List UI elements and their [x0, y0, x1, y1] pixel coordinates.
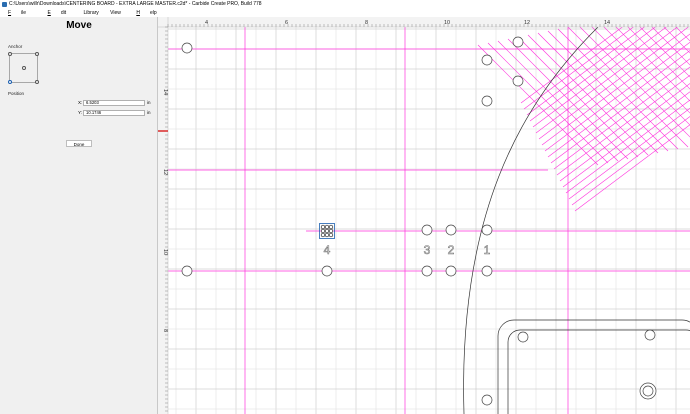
- hole[interactable]: [481, 394, 493, 406]
- hole[interactable]: [644, 329, 656, 341]
- top-ruler-label: 4: [205, 20, 208, 26]
- hole[interactable]: [481, 265, 493, 277]
- hole[interactable]: [445, 224, 457, 236]
- app-icon: [2, 2, 7, 7]
- hole[interactable]: [512, 36, 524, 48]
- hole[interactable]: [517, 331, 529, 343]
- left-ruler: [158, 17, 168, 414]
- position-label: Position: [8, 91, 25, 96]
- hole[interactable]: [421, 224, 433, 236]
- anchor-center[interactable]: [21, 66, 26, 70]
- hole[interactable]: [181, 265, 193, 277]
- anchor-bottom-right[interactable]: [35, 80, 39, 84]
- y-position-input[interactable]: [83, 110, 145, 116]
- hole[interactable]: [481, 95, 493, 107]
- hole[interactable]: [321, 265, 333, 277]
- done-button[interactable]: Done: [66, 140, 92, 147]
- top-ruler-label: 8: [365, 20, 368, 26]
- menu-edit[interactable]: Edit: [43, 9, 72, 17]
- hole-label-4[interactable]: 4: [323, 243, 331, 258]
- menu-help[interactable]: Help: [132, 9, 162, 17]
- menu-library[interactable]: Library: [83, 9, 98, 17]
- hole[interactable]: [481, 54, 493, 66]
- top-ruler-label: 6: [285, 20, 288, 26]
- hole-inner[interactable]: [642, 385, 654, 397]
- x-position-input[interactable]: [83, 100, 145, 106]
- left-ruler-label: 14: [162, 89, 168, 95]
- hole[interactable]: [512, 75, 524, 87]
- move-panel: Move Anchor Position X: in Y: in Done: [0, 17, 158, 414]
- x-label: X:: [78, 100, 83, 105]
- menu-bar: File Edit Library View Help: [0, 9, 690, 17]
- left-ruler-label: 12: [162, 169, 168, 175]
- hole[interactable]: [445, 265, 457, 277]
- hole[interactable]: [481, 224, 493, 236]
- y-unit: in: [147, 110, 151, 115]
- anchor-bottom-left[interactable]: [8, 80, 12, 84]
- anchor-top-right[interactable]: [35, 52, 39, 56]
- anchor-label: Anchor: [8, 44, 23, 49]
- left-ruler-label: 8: [162, 329, 168, 332]
- hole-label-2[interactable]: 2: [447, 243, 455, 258]
- menu-view[interactable]: View: [110, 9, 121, 17]
- selected-hole-group[interactable]: [319, 223, 335, 239]
- panel-title: Move: [66, 20, 92, 31]
- top-ruler-label: 12: [524, 20, 530, 26]
- anchor-selector: [8, 52, 39, 84]
- window-title: C:\Users\willr\Downloads\CENTERING BOARD…: [9, 1, 262, 7]
- anchor-top-left[interactable]: [8, 52, 12, 56]
- menu-file[interactable]: File: [4, 9, 32, 17]
- left-ruler-label: 10: [162, 249, 168, 255]
- hole[interactable]: [181, 42, 193, 54]
- y-label: Y:: [78, 110, 83, 115]
- window-title-bar: C:\Users\willr\Downloads\CENTERING BOARD…: [0, 0, 690, 9]
- top-ruler-label: 10: [444, 20, 450, 26]
- work-area[interactable]: [168, 27, 690, 414]
- top-ruler-label: 14: [604, 20, 610, 26]
- hole-label-3[interactable]: 3: [423, 243, 431, 258]
- hole[interactable]: [421, 265, 433, 277]
- design-canvas[interactable]: 4 3 2 1 4 6 8 10 12 14 14 12 10 8: [158, 17, 690, 414]
- x-unit: in: [147, 100, 151, 105]
- hole-label-1[interactable]: 1: [483, 243, 491, 258]
